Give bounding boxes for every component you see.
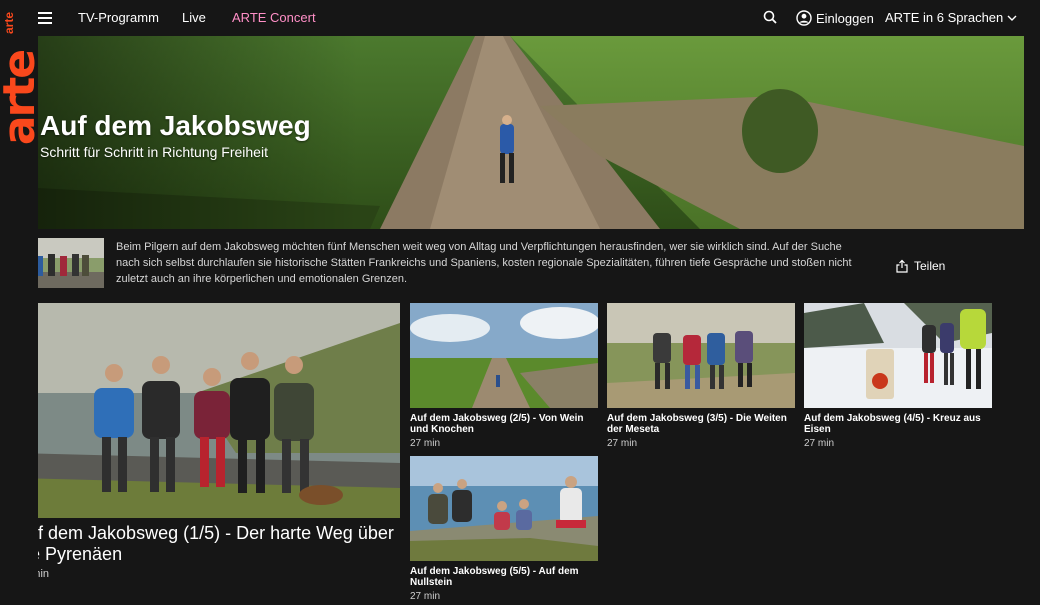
page-title: Auf dem Jakobsweg bbox=[40, 110, 311, 141]
brand-logo[interactable]: arte bbox=[0, 28, 45, 168]
episode-title-3[interactable]: Auf dem Jakobsweg (3/5) - Die Weiten der… bbox=[607, 413, 795, 435]
top-navigation: TV-Programm Live ARTE Concert Einloggen … bbox=[0, 0, 1040, 36]
episode-duration-1: 27 min bbox=[16, 568, 50, 580]
episode-card-3[interactable]: Auf dem Jakobsweg (3/5) - Die Weiten der… bbox=[607, 303, 795, 449]
user-icon bbox=[796, 10, 812, 26]
brand-strip: arte arte bbox=[0, 0, 45, 605]
description-row: Beim Pilgern auf dem Jakobsweg möchten f… bbox=[0, 229, 1040, 297]
episode-duration-2: 27 min bbox=[410, 438, 441, 449]
episode-title-5[interactable]: Auf dem Jakobsweg (5/5) - Auf dem Nullst… bbox=[410, 566, 598, 588]
language-label: ARTE in 6 Sprachen bbox=[885, 10, 1004, 25]
episode-card-1[interactable]: Auf dem Jakobsweg (1/5) - Der harte Weg … bbox=[16, 303, 400, 580]
nav-live[interactable]: Live bbox=[182, 10, 206, 25]
hamburger-menu-icon[interactable] bbox=[36, 12, 52, 24]
episode-thumbnail-4[interactable] bbox=[804, 303, 992, 408]
nav-arte-concert[interactable]: ARTE Concert bbox=[232, 10, 316, 25]
series-description: Beim Pilgern auf dem Jakobsweg möchten f… bbox=[116, 241, 852, 285]
chevron-down-icon bbox=[1007, 15, 1017, 21]
share-button[interactable]: Teilen bbox=[896, 259, 945, 273]
login-button[interactable]: Einloggen bbox=[796, 9, 874, 27]
hero-banner: Auf dem Jakobsweg Schritt für Schritt in… bbox=[0, 36, 1024, 229]
episode-card-5[interactable]: Auf dem Jakobsweg (5/5) - Auf dem Nullst… bbox=[410, 456, 598, 602]
search-icon[interactable] bbox=[763, 10, 777, 24]
page-subtitle: Schritt für Schritt in Richtung Freiheit bbox=[40, 144, 268, 160]
episode-card-2[interactable]: Auf dem Jakobsweg (2/5) - Von Wein und K… bbox=[410, 303, 598, 449]
episode-duration-4: 27 min bbox=[804, 438, 835, 449]
episode-duration-3: 27 min bbox=[607, 438, 638, 449]
episode-thumbnail-3[interactable] bbox=[607, 303, 795, 408]
share-label: Teilen bbox=[914, 259, 946, 273]
episode-title-2[interactable]: Auf dem Jakobsweg (2/5) - Von Wein und K… bbox=[410, 413, 598, 435]
episode-duration-5: 27 min bbox=[410, 591, 441, 602]
login-label: Einloggen bbox=[816, 10, 874, 26]
episode-thumbnail-1[interactable] bbox=[16, 303, 400, 518]
episode-title-4[interactable]: Auf dem Jakobsweg (4/5) - Kreuz aus Eise… bbox=[804, 413, 992, 435]
nav-tv-programm[interactable]: TV-Programm bbox=[78, 10, 159, 25]
episode-thumbnail-2[interactable] bbox=[410, 303, 598, 408]
episode-title-1[interactable]: Auf dem Jakobsweg (1/5) - Der harte Weg … bbox=[16, 523, 400, 565]
episode-card-4[interactable]: Auf dem Jakobsweg (4/5) - Kreuz aus Eise… bbox=[804, 303, 992, 449]
share-icon bbox=[896, 259, 908, 273]
episode-thumbnail-5[interactable] bbox=[410, 456, 598, 561]
language-selector[interactable]: ARTE in 6 Sprachen bbox=[885, 10, 1017, 25]
